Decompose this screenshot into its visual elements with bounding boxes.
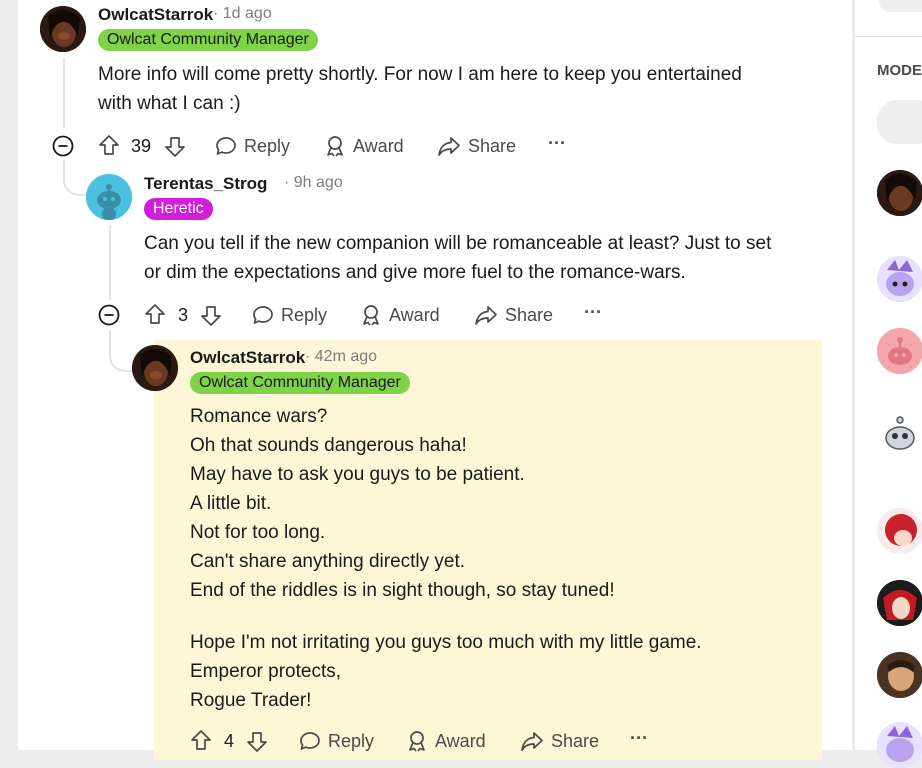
reply-label: Reply bbox=[281, 304, 328, 325]
comment-author[interactable]: OwlcatStarrok bbox=[190, 348, 305, 368]
award-label: Award bbox=[353, 135, 404, 156]
reply-icon bbox=[216, 137, 236, 155]
reply-label: Reply bbox=[328, 730, 375, 751]
share-icon bbox=[475, 306, 497, 325]
comment-body: Can you tell if the new companion will b… bbox=[144, 229, 824, 287]
share-label: Share bbox=[551, 730, 600, 751]
moderator-avatar[interactable] bbox=[877, 170, 922, 216]
upvote-icon[interactable] bbox=[190, 729, 212, 751]
comment-line: Hope I'm not irritating you guys too muc… bbox=[190, 632, 702, 653]
user-flair: Heretic bbox=[144, 198, 213, 220]
upvote-icon[interactable] bbox=[98, 134, 120, 156]
downvote-icon[interactable] bbox=[200, 305, 222, 327]
vote-count: 4 bbox=[224, 731, 235, 751]
user-flair: Owlcat Community Manager bbox=[190, 372, 410, 394]
more-options-button[interactable]: ··· bbox=[584, 302, 602, 323]
avatar[interactable] bbox=[132, 345, 178, 391]
vote-count: 3 bbox=[178, 305, 189, 325]
award-label: Award bbox=[389, 304, 440, 325]
comment-author[interactable]: Terentas_Strog bbox=[144, 174, 267, 194]
comment-line: Emperor protects, bbox=[190, 661, 341, 682]
divider bbox=[855, 36, 922, 37]
collapse-thread-icon[interactable] bbox=[52, 135, 74, 157]
share-label: Share bbox=[505, 304, 554, 325]
comment-line: with what I can :) bbox=[98, 93, 241, 114]
reply-button[interactable]: Reply bbox=[299, 730, 374, 752]
moderators-heading: MODE bbox=[877, 62, 922, 79]
thread-line bbox=[63, 58, 65, 128]
reply-button[interactable]: Reply bbox=[215, 135, 290, 157]
reply-icon bbox=[300, 732, 320, 750]
sidebar-pill[interactable] bbox=[877, 100, 922, 144]
comment-body: Romance wars? Oh that sounds dangerous h… bbox=[190, 402, 810, 715]
award-icon bbox=[409, 731, 425, 752]
share-label: Share bbox=[468, 135, 517, 156]
moderator-avatar[interactable] bbox=[877, 508, 922, 554]
comment-thread: OwlcatStarrok · 1d ago Owlcat Community … bbox=[18, 0, 852, 760]
comment-line: Rogue Trader! bbox=[190, 690, 312, 711]
share-button[interactable]: Share bbox=[437, 135, 516, 157]
comment-line: Oh that sounds dangerous haha! bbox=[190, 435, 467, 456]
downvote-icon[interactable] bbox=[164, 136, 186, 158]
collapse-thread-icon[interactable] bbox=[98, 304, 120, 326]
comment-timestamp: · 9h ago bbox=[284, 174, 343, 192]
comment-author[interactable]: OwlcatStarrok bbox=[98, 5, 213, 25]
moderator-avatar[interactable] bbox=[877, 652, 922, 698]
more-options-button[interactable]: ··· bbox=[548, 133, 566, 154]
meta-separator: · bbox=[284, 174, 290, 191]
reply-icon bbox=[253, 306, 273, 324]
timestamp-text: 1d ago bbox=[222, 5, 272, 22]
thread-line bbox=[109, 225, 111, 300]
comment-line: Romance wars? bbox=[190, 406, 328, 427]
share-icon bbox=[521, 732, 543, 751]
comment-line: More info will come pretty shortly. For … bbox=[98, 64, 742, 85]
reply-label: Reply bbox=[244, 135, 291, 156]
moderator-avatar[interactable] bbox=[877, 410, 922, 456]
comment-timestamp: · 1d ago bbox=[213, 5, 272, 23]
right-sidebar: MODE bbox=[854, 0, 922, 768]
timestamp-text: 42m ago bbox=[314, 348, 378, 365]
award-label: Award bbox=[435, 730, 486, 751]
share-button[interactable]: Share bbox=[474, 304, 553, 326]
award-icon bbox=[327, 136, 343, 157]
comment-line: End of the riddles is in sight though, s… bbox=[190, 580, 615, 601]
comment-line: A little bit. bbox=[190, 493, 272, 514]
comment-line: Can you tell if the new companion will b… bbox=[144, 233, 772, 254]
vote-count: 39 bbox=[131, 136, 152, 156]
reply-button[interactable]: Reply bbox=[252, 304, 327, 326]
moderator-avatar[interactable] bbox=[877, 722, 922, 768]
share-button[interactable]: Share bbox=[520, 730, 599, 752]
comment-line-blank bbox=[190, 605, 810, 628]
timestamp-text: 9h ago bbox=[293, 174, 343, 191]
more-options-button[interactable]: ··· bbox=[630, 728, 648, 749]
award-button[interactable]: Award bbox=[324, 135, 404, 157]
upvote-icon[interactable] bbox=[144, 303, 166, 325]
sidebar-button[interactable] bbox=[879, 0, 922, 12]
moderator-avatar[interactable] bbox=[877, 256, 922, 302]
award-icon bbox=[363, 305, 379, 326]
meta-separator: · bbox=[305, 348, 311, 365]
avatar[interactable] bbox=[86, 174, 132, 220]
comment-line: or dim the expectations and give more fu… bbox=[144, 262, 686, 283]
comment-timestamp: · 42m ago bbox=[305, 348, 377, 366]
comment-body: More info will come pretty shortly. For … bbox=[98, 60, 818, 118]
avatar[interactable] bbox=[40, 6, 86, 52]
user-flair: Owlcat Community Manager bbox=[98, 29, 318, 51]
comment-line: May have to ask you guys to be patient. bbox=[190, 464, 525, 485]
share-icon bbox=[438, 137, 460, 156]
moderator-avatar[interactable] bbox=[877, 328, 922, 374]
comment-line: Can't share anything directly yet. bbox=[190, 551, 466, 572]
meta-separator: · bbox=[213, 5, 219, 22]
moderator-avatar[interactable] bbox=[877, 580, 922, 626]
comment-line: Not for too long. bbox=[190, 522, 326, 543]
award-button[interactable]: Award bbox=[406, 730, 486, 752]
award-button[interactable]: Award bbox=[360, 304, 440, 326]
